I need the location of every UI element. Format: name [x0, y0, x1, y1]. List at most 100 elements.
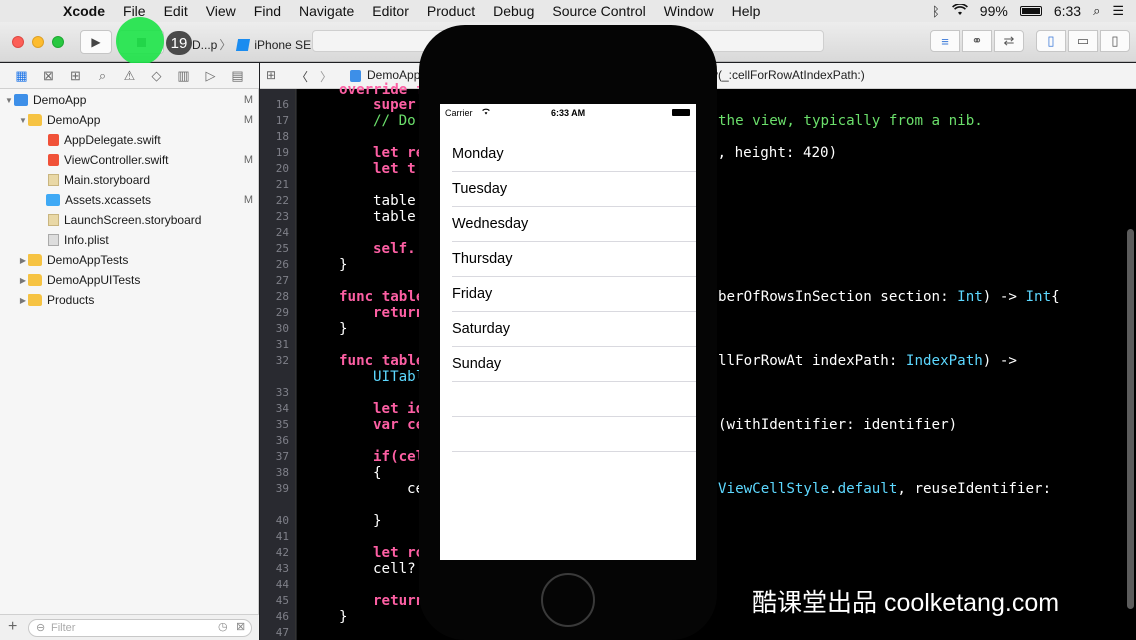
battery-icon[interactable] — [1019, 6, 1042, 16]
table-row[interactable]: Sunday — [452, 347, 696, 382]
menu-view[interactable]: View — [197, 3, 245, 19]
table-row[interactable]: Monday — [452, 137, 696, 172]
modified-flag: M — [243, 114, 253, 126]
wifi-icon[interactable] — [951, 3, 968, 19]
line-number: 35 — [275, 418, 289, 431]
code-line: let t — [373, 161, 416, 177]
screen: Xcode File Edit View Find Navigate Edito… — [0, 0, 1136, 640]
project-file-icon — [350, 70, 361, 82]
table-row[interactable]: Thursday — [452, 242, 696, 277]
symbol-navigator-icon[interactable]: ⊞ — [62, 68, 89, 84]
tree-item-label: Products — [47, 293, 95, 307]
test-navigator-icon[interactable]: ◇ — [143, 68, 170, 84]
project-navigator: ▼ DemoApp M ▼ DemoApp M AppDelegate.swif… — [0, 89, 259, 640]
line-number: 27 — [275, 274, 289, 287]
scm-filter-icon[interactable]: ⊠ — [236, 620, 245, 633]
home-button[interactable] — [541, 573, 595, 627]
toggle-navigator-button[interactable]: ▯ — [1036, 30, 1066, 52]
menu-window[interactable]: Window — [655, 3, 723, 19]
forward-button[interactable]: 〉 — [320, 68, 332, 85]
bluetooth-icon[interactable]: ᛒ — [932, 4, 940, 19]
tree-item-launchscreen[interactable]: LaunchScreen.storyboard — [0, 210, 259, 230]
table-row[interactable]: Friday — [452, 277, 696, 312]
notification-center-icon[interactable]: ☰ — [1112, 3, 1124, 19]
menu-xcode[interactable]: Xcode — [54, 3, 114, 19]
run-button[interactable]: ▶ — [80, 30, 112, 54]
menu-help[interactable]: Help — [723, 3, 770, 19]
tree-item-demoappuitests[interactable]: ▶ DemoAppUITests — [0, 270, 259, 290]
code-line: return — [373, 593, 425, 609]
simulator-screen[interactable]: Carrier 6:33 AM Monday Tuesday Wednesday… — [440, 104, 696, 560]
modified-flag: M — [243, 94, 253, 106]
tree-item-demoapp-folder[interactable]: ▼ DemoApp M — [0, 110, 259, 130]
spotlight-icon[interactable]: ⌕ — [1093, 3, 1100, 19]
menu-navigate[interactable]: Navigate — [290, 3, 363, 19]
folder-icon — [28, 274, 42, 286]
table-row[interactable] — [452, 382, 696, 417]
code-line: 0, height: 420) — [709, 145, 838, 161]
menubar-clock[interactable]: 6:33 — [1054, 3, 1081, 19]
scheme-selector[interactable]: D...p 〉 iPhone SE — [192, 36, 311, 53]
disclosure-closed-icon[interactable]: ▶ — [18, 296, 28, 305]
table-row[interactable]: Saturday — [452, 312, 696, 347]
tree-item-products[interactable]: ▶ Products — [0, 290, 259, 310]
menu-product[interactable]: Product — [418, 3, 484, 19]
project-navigator-icon[interactable]: ▦ — [8, 68, 35, 84]
align-lines-icon: ≡ — [941, 33, 949, 49]
line-number: 30 — [275, 322, 289, 335]
line-number: 29 — [275, 306, 289, 319]
add-file-button[interactable]: + — [8, 618, 17, 636]
back-button[interactable]: 〈 — [296, 68, 308, 85]
toggle-debug-area-button[interactable]: ▭ — [1068, 30, 1098, 52]
menu-debug[interactable]: Debug — [484, 3, 543, 19]
table-row[interactable]: Tuesday — [452, 172, 696, 207]
battery-percent[interactable]: 99% — [980, 3, 1008, 19]
folder-icon — [28, 114, 42, 126]
menu-source-control[interactable]: Source Control — [543, 3, 654, 19]
jump-bar-project[interactable]: DemoApp — [367, 68, 420, 82]
tree-item-main-storyboard[interactable]: Main.storyboard — [0, 170, 259, 190]
standard-editor-button[interactable]: ≡ — [930, 30, 960, 52]
tree-item-label: DemoApp — [47, 113, 101, 127]
code-line: } — [373, 513, 382, 529]
tree-item-demoapp-project[interactable]: ▼ DemoApp M — [0, 90, 259, 110]
tree-item-viewcontroller[interactable]: ViewController.swift M — [0, 150, 259, 170]
debug-navigator-icon[interactable]: ▥ — [170, 68, 197, 84]
breakpoint-navigator-icon[interactable]: ▷ — [197, 68, 224, 84]
version-editor-button[interactable]: ⇄ — [994, 30, 1024, 52]
source-control-navigator-icon[interactable]: ⊠ — [35, 68, 62, 84]
assistant-editor-button[interactable]: ⚭ — [962, 30, 992, 52]
editor-scrollbar[interactable] — [1127, 229, 1134, 609]
disclosure-open-icon[interactable]: ▼ — [4, 96, 14, 105]
line-number: 22 — [275, 194, 289, 207]
menu-edit[interactable]: Edit — [155, 3, 197, 19]
toggle-utilities-button[interactable]: ▯ — [1100, 30, 1130, 52]
tree-item-label: LaunchScreen.storyboard — [64, 213, 202, 227]
code-line: llForRowAt indexPath: IndexPath) -> — [718, 353, 1017, 369]
menu-find[interactable]: Find — [245, 3, 290, 19]
code-line: } — [339, 321, 348, 337]
close-window-button[interactable] — [12, 36, 24, 48]
left-panel-icon: ▯ — [1047, 33, 1055, 48]
disclosure-closed-icon[interactable]: ▶ — [18, 256, 28, 265]
tree-item-demoapptests[interactable]: ▶ DemoAppTests — [0, 250, 259, 270]
minimize-window-button[interactable] — [32, 36, 44, 48]
disclosure-closed-icon[interactable]: ▶ — [18, 276, 28, 285]
issue-navigator-icon[interactable]: ⚠ — [116, 68, 143, 84]
table-row[interactable] — [452, 417, 696, 452]
jump-bar-method[interactable]: v(_:cellForRowAtIndexPath:) — [712, 68, 865, 82]
line-number: 38 — [275, 466, 289, 479]
tree-item-info-plist[interactable]: Info.plist — [0, 230, 259, 250]
find-navigator-icon[interactable]: ⌕ — [89, 68, 116, 84]
zoom-window-button[interactable] — [52, 36, 64, 48]
code-line: func table — [339, 353, 425, 369]
tree-item-label: DemoAppTests — [47, 253, 129, 267]
report-navigator-icon[interactable]: ▤ — [224, 68, 251, 84]
recent-files-icon[interactable]: ◷ — [218, 620, 228, 633]
tree-item-assets[interactable]: Assets.xcassets M — [0, 190, 259, 210]
related-items-icon[interactable]: ⊞ — [266, 68, 276, 82]
disclosure-open-icon[interactable]: ▼ — [18, 116, 28, 125]
tree-item-appdelegate[interactable]: AppDelegate.swift — [0, 130, 259, 150]
menu-editor[interactable]: Editor — [363, 3, 418, 19]
table-row[interactable]: Wednesday — [452, 207, 696, 242]
